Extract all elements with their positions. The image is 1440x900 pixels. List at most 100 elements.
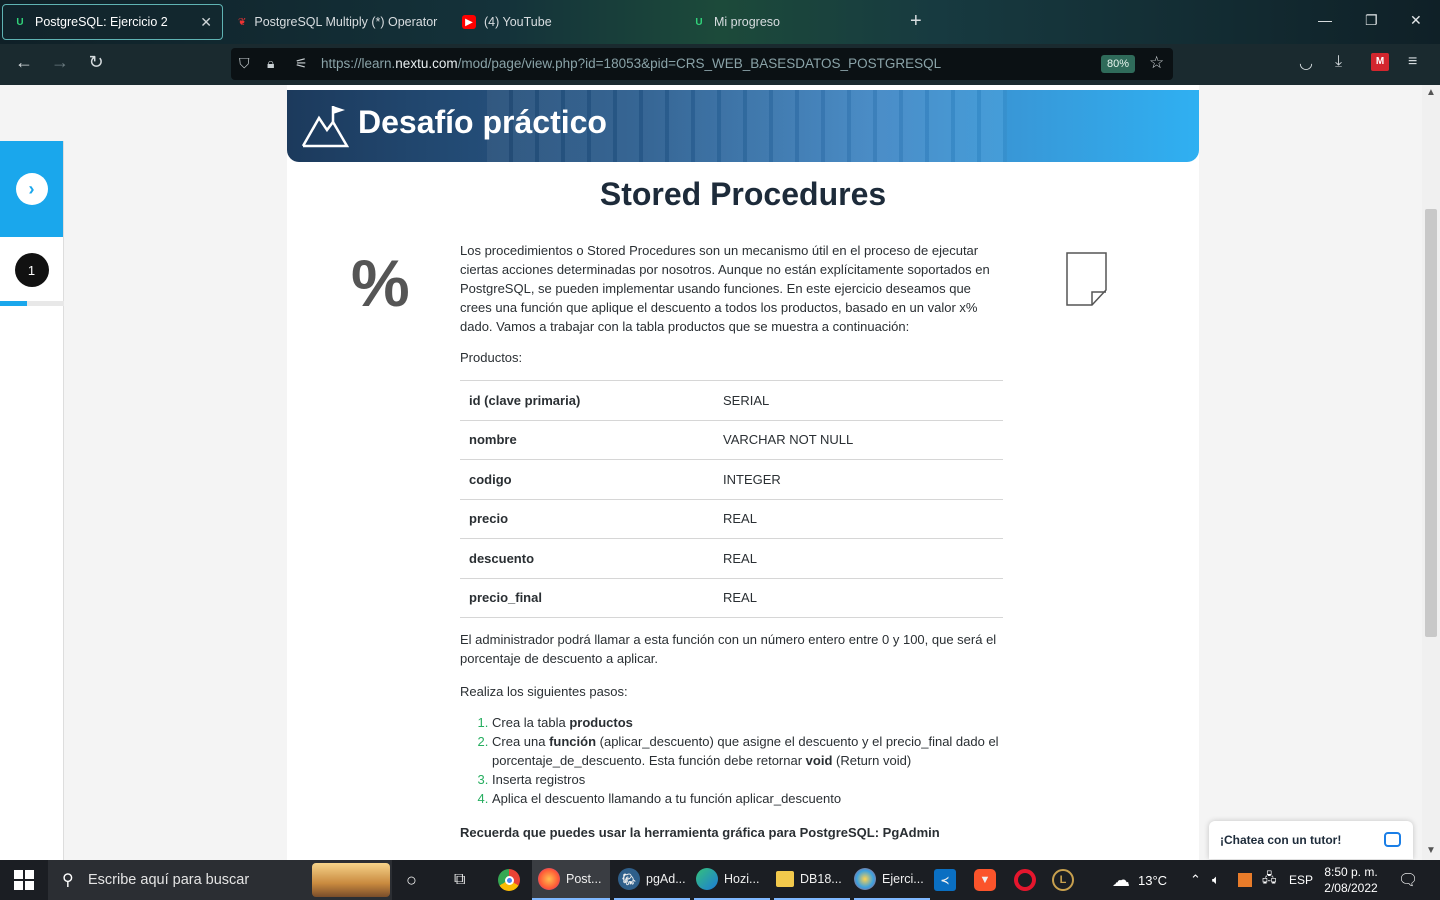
taskbar-app-folder[interactable]: DB18... bbox=[774, 860, 850, 900]
task-view-icon[interactable]: ⧉ bbox=[454, 860, 465, 900]
cortana-icon[interactable]: ○ bbox=[406, 860, 417, 900]
chevron-right-icon[interactable]: › bbox=[15, 173, 48, 205]
document-icon bbox=[1066, 252, 1107, 306]
scrollbar-thumb[interactable] bbox=[1425, 209, 1437, 637]
page-scrollbar[interactable]: ▲ ▼ bbox=[1422, 85, 1440, 860]
windows-start-icon[interactable] bbox=[14, 860, 34, 900]
course-side-panel: › 1 bbox=[0, 141, 64, 860]
tab-mi-progreso[interactable]: U Mi progreso bbox=[682, 4, 892, 40]
bookmark-star-icon[interactable]: ☆ bbox=[1149, 53, 1164, 73]
productos-label: Productos: bbox=[460, 350, 523, 365]
lesson-content: Desafío práctico Stored Procedures % Los… bbox=[287, 85, 1199, 860]
windows-taskbar: ⚲ Escribe aquí para buscar ○ ⧉ Post... 🐘… bbox=[0, 860, 1440, 900]
reload-icon[interactable]: ↻ bbox=[84, 52, 108, 73]
chrome-icon[interactable] bbox=[498, 860, 526, 900]
restore-icon[interactable]: ❐ bbox=[1365, 12, 1378, 29]
lesson-progress-fill bbox=[0, 301, 27, 306]
list-item: Inserta registros bbox=[492, 770, 1007, 789]
tab-postgresql-ejercicio-2[interactable]: U PostgreSQL: Ejercicio 2 ✕ bbox=[2, 4, 223, 40]
table-cell-type: SERIAL bbox=[714, 380, 1003, 420]
table-cell-field: id (clave primaria) bbox=[460, 380, 714, 420]
chat-bubble-icon[interactable] bbox=[1384, 832, 1401, 847]
taskbar-app-label: Post... bbox=[566, 872, 602, 886]
table-cell-type: REAL bbox=[714, 538, 1003, 578]
scroll-up-icon[interactable]: ▲ bbox=[1426, 87, 1436, 98]
side-panel-toggle[interactable]: › bbox=[0, 141, 63, 237]
list-item: Crea una función (aplicar_descuento) que… bbox=[492, 732, 1007, 770]
nextu-favicon-icon: U bbox=[695, 16, 703, 28]
steps-intro: Realiza los siguientes pasos: bbox=[460, 684, 628, 699]
pocket-icon[interactable]: ◡ bbox=[1299, 53, 1313, 73]
table-cell-field: precio_final bbox=[460, 577, 714, 618]
weather-widget[interactable]: ☁ 13°C bbox=[1112, 860, 1167, 900]
download-icon[interactable]: ⤓ bbox=[1335, 53, 1342, 71]
forward-icon[interactable]: → bbox=[48, 52, 72, 73]
web-page: › 1 Desafío práctico Stored Procedures %… bbox=[0, 85, 1422, 860]
url-bar[interactable]: ⛉ 🔒︎ ⚟ https://learn.nextu.com/mod/page/… bbox=[231, 48, 1173, 80]
firefox-icon bbox=[538, 868, 560, 890]
intro-paragraph: Los procedimientos o Stored Procedures s… bbox=[460, 243, 990, 334]
brave-icon[interactable]: ▼ bbox=[974, 860, 1002, 900]
language-indicator[interactable]: ESP bbox=[1289, 860, 1313, 900]
table-cell-type: INTEGER bbox=[714, 459, 1003, 499]
productos-table: id (clave primaria) SERIAL nombre VARCHA… bbox=[460, 380, 1003, 618]
taskbar-app-pgadmin[interactable]: 🐘︎ pgAd... bbox=[614, 860, 690, 900]
zoom-badge[interactable]: 80% bbox=[1101, 55, 1136, 73]
league-icon[interactable]: L bbox=[1052, 860, 1080, 900]
tab-label: Mi progreso bbox=[714, 15, 780, 29]
network-icon[interactable]: 🖧︎ bbox=[1262, 860, 1277, 900]
tab-label: PostgreSQL Multiply (*) Operator bbox=[254, 15, 438, 29]
clock-date: 2/08/2022 bbox=[1324, 881, 1378, 895]
folder-icon bbox=[776, 871, 794, 887]
shield-icon[interactable]: ⛉ bbox=[239, 55, 250, 72]
vscode-icon[interactable]: ≺ bbox=[934, 860, 962, 900]
tab-youtube[interactable]: ▶ (4) YouTube bbox=[452, 4, 662, 40]
table-row: precio REAL bbox=[460, 498, 1003, 539]
opera-icon[interactable] bbox=[1014, 860, 1042, 900]
postgres-favicon-icon: ❦ bbox=[238, 16, 247, 28]
tab-postgresql-multiply[interactable]: ❦ PostgreSQL Multiply (*) Operator bbox=[228, 4, 438, 40]
table-cell-type: REAL bbox=[714, 498, 1003, 539]
lock-icon[interactable]: 🔒︎ bbox=[267, 55, 274, 72]
browser-nav-bar: ← → ↻ ⛉ 🔒︎ ⚟ https://learn.nextu.com/mod… bbox=[0, 44, 1440, 85]
back-icon[interactable]: ← bbox=[12, 52, 36, 73]
weather-temp: 13°C bbox=[1138, 872, 1168, 888]
close-tab-icon[interactable]: ✕ bbox=[200, 14, 212, 31]
lesson-progress-bar bbox=[0, 301, 64, 306]
table-cell-type: REAL bbox=[714, 577, 1003, 618]
minimize-icon[interactable]: — bbox=[1318, 12, 1332, 28]
url-text[interactable]: https://learn.nextu.com/mod/page/view.ph… bbox=[321, 56, 941, 71]
chevron-up-icon[interactable]: ⌃ bbox=[1190, 860, 1201, 900]
extension-icon[interactable]: M bbox=[1371, 53, 1389, 71]
taskbar-app-label: DB18... bbox=[800, 872, 842, 886]
percent-icon: % bbox=[351, 246, 410, 320]
taskbar-app-paint[interactable]: Ejerci... bbox=[854, 860, 930, 900]
tab-label: PostgreSQL: Ejercicio 2 bbox=[35, 15, 168, 29]
table-cell-type: VARCHAR NOT NULL bbox=[714, 419, 1003, 460]
banner-title: Desafío práctico bbox=[358, 104, 607, 140]
permissions-icon[interactable]: ⚟ bbox=[295, 55, 308, 72]
menu-icon[interactable]: ≡ bbox=[1408, 53, 1417, 71]
taskbar-app-label: pgAd... bbox=[646, 872, 686, 886]
paint-icon bbox=[854, 868, 876, 890]
clock[interactable]: 8:50 p. m. 2/08/2022 bbox=[1322, 860, 1380, 900]
challenge-banner: Desafío práctico bbox=[287, 90, 1199, 162]
chat-with-tutor-widget[interactable]: ¡Chatea con un tutor! bbox=[1209, 821, 1413, 859]
taskbar-app-edge[interactable]: Hozi... bbox=[694, 860, 770, 900]
close-window-icon[interactable]: ✕ bbox=[1410, 12, 1422, 29]
nextu-favicon-icon: U bbox=[16, 16, 24, 28]
new-tab-icon[interactable]: + bbox=[910, 10, 922, 33]
step-number-badge[interactable]: 1 bbox=[14, 253, 49, 287]
search-icon: ⚲ bbox=[62, 872, 74, 889]
clock-time: 8:50 p. m. bbox=[1324, 865, 1378, 879]
scroll-down-icon[interactable]: ▼ bbox=[1426, 845, 1436, 856]
chat-label: ¡Chatea con un tutor! bbox=[1220, 833, 1342, 847]
volume-icon[interactable]: 🔈︎ bbox=[1212, 860, 1220, 900]
taskbar-search-input[interactable]: ⚲ Escribe aquí para buscar bbox=[48, 860, 392, 900]
tab-label: (4) YouTube bbox=[484, 15, 552, 29]
notifications-icon[interactable]: 🗨︎ bbox=[1398, 860, 1418, 900]
tray-app-icon[interactable] bbox=[1238, 860, 1252, 900]
taskbar-app-firefox[interactable]: Post... bbox=[532, 860, 610, 900]
table-row: precio_final REAL bbox=[460, 577, 1003, 618]
page-title: Stored Procedures bbox=[599, 176, 887, 212]
